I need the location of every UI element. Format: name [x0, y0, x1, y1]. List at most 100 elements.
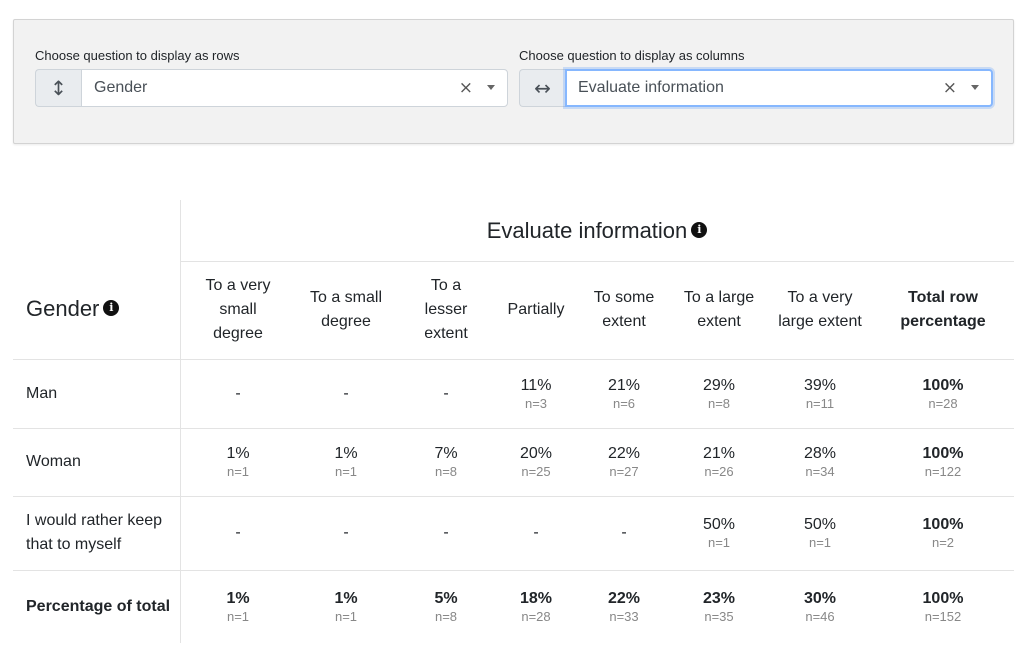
table-cell: - [296, 384, 396, 404]
table-cell: 1% n=1 [188, 444, 288, 480]
cell-count: n=27 [609, 464, 639, 479]
row-question-title-text: Gender [26, 296, 100, 321]
column-divider [180, 200, 181, 643]
column-header-very-small-degree: To a very small degree [205, 277, 271, 342]
cell-percentage: 18% [519, 589, 553, 607]
table-cell: 39% n=11 [770, 376, 870, 412]
table-cell: 20% n=25 [486, 444, 586, 480]
question-selector-panel: Choose question to display as rows ↕ Gen… [13, 19, 1014, 144]
cell-count: n=3 [524, 395, 548, 411]
table-cell: 21% n=6 [574, 376, 674, 412]
cell-percentage: 100% [922, 376, 964, 394]
table-cell: 1% n=1 [296, 444, 396, 480]
cell-count: n=35 [704, 608, 734, 624]
cols-select-value: Evaluate information [578, 79, 724, 96]
table-cell: 18% n=28 [486, 589, 586, 625]
cell-count: n=8 [707, 395, 731, 411]
table-cell: - [396, 523, 496, 543]
cell-count: n=1 [707, 535, 731, 550]
row-woman-label: Woman [26, 453, 81, 470]
cell-percentage: 11% [520, 376, 552, 394]
cell-count: n=8 [434, 608, 458, 624]
cell-count: n=26 [704, 464, 734, 479]
cell-empty-dash: - [533, 524, 539, 541]
row-rather-not-say-label: I would rather keep that to myself [26, 512, 163, 553]
row-percentage-of-total-label: Percentage of total [26, 597, 171, 615]
vertical-arrows-icon: ↕ [35, 69, 81, 107]
cell-percentage: 20% [519, 445, 553, 462]
cell-empty-dash: - [621, 524, 627, 541]
cell-percentage: 22% [607, 445, 641, 462]
table-cell: 11% n=3 [486, 376, 586, 412]
cell-count: n=25 [521, 464, 551, 479]
table-cell: 1% n=1 [188, 589, 288, 625]
horizontal-arrows-icon: ↔ [519, 69, 565, 107]
cell-count: n=122 [924, 464, 962, 479]
table-cell: 21% n=26 [669, 444, 769, 480]
row-man-label: Man [26, 384, 58, 402]
cell-count: n=6 [612, 395, 636, 411]
info-icon[interactable]: i [691, 222, 708, 239]
column-header-partially: Partially [507, 301, 565, 318]
rows-dropdown-caret-icon[interactable] [487, 85, 495, 90]
info-icon[interactable]: i [103, 300, 120, 317]
cell-percentage: 22% [607, 589, 641, 607]
cell-percentage: 50% [803, 516, 837, 533]
table-cell: 7% n=8 [396, 444, 496, 480]
table-cell: 22% n=27 [574, 444, 674, 480]
table-cell: - [574, 523, 674, 543]
rows-select[interactable]: ↕ Gender × [35, 69, 508, 107]
cell-empty-dash: - [443, 524, 449, 541]
column-question-title-text: Evaluate information [486, 218, 688, 243]
cols-clear-icon[interactable]: × [943, 78, 957, 98]
rows-select-label: Choose question to display as rows [35, 48, 240, 63]
rows-select-box[interactable]: Gender × [81, 69, 508, 107]
table-cell: 29% n=8 [669, 376, 769, 412]
column-question-title: Evaluate information i [180, 218, 1014, 244]
table-cell: - [188, 523, 288, 543]
cell-percentage: 29% [702, 376, 736, 394]
table-cell: - [188, 384, 288, 404]
cell-percentage: 100% [922, 445, 964, 462]
rows-clear-icon[interactable]: × [459, 78, 473, 98]
cell-count: n=46 [805, 608, 835, 624]
cell-percentage: 30% [803, 589, 837, 607]
cell-count: n=1 [226, 608, 250, 624]
cell-count: n=152 [924, 608, 962, 624]
cell-count: n=28 [521, 608, 551, 624]
table-cell: 28% n=34 [770, 444, 870, 480]
column-header-small-degree: To a small degree [309, 289, 383, 330]
table-cell: 100% n=28 [893, 376, 993, 412]
cell-empty-dash: - [235, 384, 241, 402]
table-cell: 22% n=33 [574, 589, 674, 625]
table-cell: 50% n=1 [669, 515, 769, 551]
table-cell: - [396, 384, 496, 404]
table-cell: 100% n=122 [893, 444, 993, 480]
cell-percentage: 5% [434, 589, 458, 607]
table-cell: 5% n=8 [396, 589, 496, 625]
column-header-total-row-percentage: Total row percentage [900, 289, 986, 330]
cell-empty-dash: - [443, 384, 449, 402]
cols-select-label: Choose question to display as columns [519, 48, 745, 63]
cell-empty-dash: - [343, 524, 349, 541]
cell-empty-dash: - [343, 384, 349, 402]
table-cell: 50% n=1 [770, 515, 870, 551]
cell-count: n=2 [931, 535, 955, 550]
cell-count: n=33 [609, 608, 639, 624]
table-cell: 23% n=35 [669, 589, 769, 625]
cell-percentage: 50% [702, 516, 736, 533]
column-header-large-extent: To a large extent [683, 289, 755, 330]
cell-count: n=8 [434, 464, 458, 479]
cols-select-box[interactable]: Evaluate information × [565, 69, 993, 107]
cell-empty-dash: - [235, 524, 241, 541]
cols-dropdown-caret-icon[interactable] [971, 85, 979, 90]
table-cell: 30% n=46 [770, 589, 870, 625]
cell-count: n=1 [334, 464, 358, 479]
cell-count: n=1 [334, 608, 358, 624]
cell-count: n=1 [226, 464, 250, 479]
table-cell: 100% n=152 [893, 589, 993, 625]
cell-percentage: 7% [434, 445, 458, 462]
cell-percentage: 100% [922, 589, 964, 607]
cols-select[interactable]: ↔ Evaluate information × [519, 69, 993, 107]
column-header-very-large-extent: To a very large extent [778, 289, 862, 330]
